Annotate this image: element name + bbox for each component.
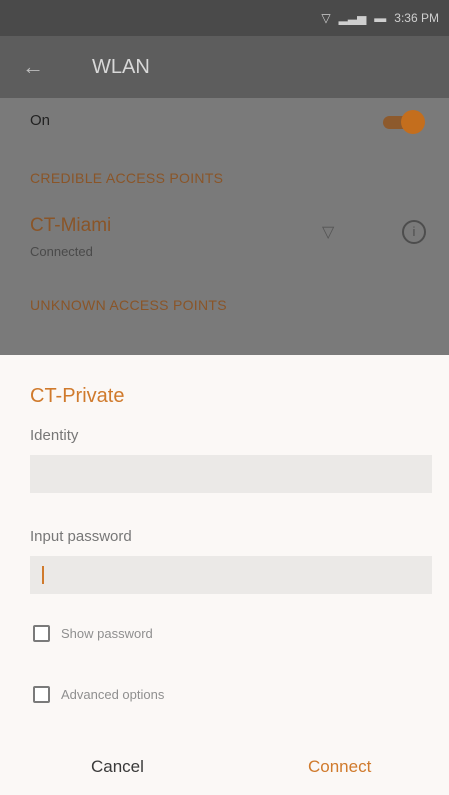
password-field[interactable] (30, 556, 432, 594)
show-password-row[interactable]: Show password (33, 625, 153, 642)
wlan-toggle-label: On (30, 112, 51, 129)
password-label: Input password (30, 528, 132, 545)
identity-field[interactable] (30, 455, 432, 493)
section-header-unknown: UNKNOWN ACCESS POINTS (30, 297, 227, 313)
arrow-left-icon[interactable]: ← (22, 54, 62, 80)
identity-label: Identity (30, 427, 79, 444)
network-name[interactable]: CT-Miami (30, 215, 111, 237)
connect-button[interactable]: Connect (308, 757, 371, 777)
signal-icon: ▂▃▅ (338, 11, 367, 25)
app-toolbar: ← WLAN (0, 36, 449, 98)
network-status: Connected (30, 244, 93, 259)
status-bar: ▽ ▂▃▅ ▬ 3:36 PM (0, 0, 449, 36)
text-cursor (42, 566, 44, 584)
wifi-signal-icon: ▽ (322, 224, 335, 241)
dialog-title: CT-Private (30, 385, 125, 407)
advanced-options-label: Advanced options (61, 687, 165, 702)
section-header-credible: CREDIBLE ACCESS POINTS (30, 170, 224, 186)
advanced-options-row[interactable]: Advanced options (33, 686, 164, 703)
info-icon[interactable]: i (402, 220, 426, 244)
battery-icon: ▬ (374, 11, 387, 25)
wifi-icon: ▽ (321, 11, 331, 25)
show-password-checkbox[interactable] (33, 625, 50, 642)
cancel-button[interactable]: Cancel (91, 757, 144, 777)
wifi-connect-dialog: CT-Private Identity Input password Show … (0, 355, 449, 795)
wlan-toggle-switch[interactable] (383, 110, 425, 134)
show-password-label: Show password (61, 626, 153, 641)
advanced-options-checkbox[interactable] (33, 686, 50, 703)
toggle-knob (401, 110, 425, 134)
page-title: WLAN (92, 55, 150, 78)
status-time: 3:36 PM (394, 11, 439, 25)
